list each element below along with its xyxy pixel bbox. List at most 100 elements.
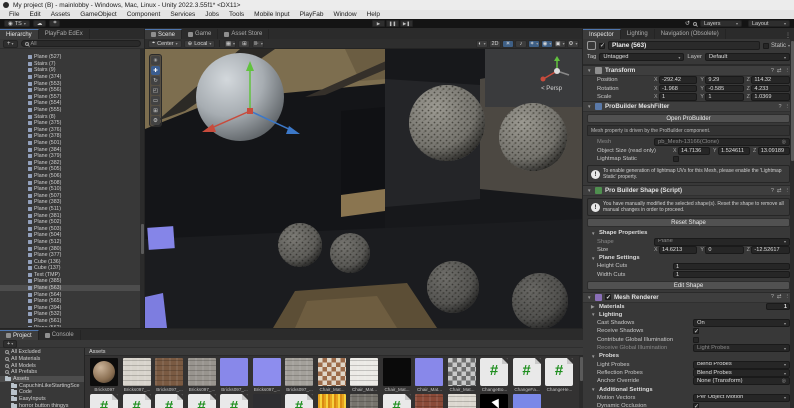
z-field[interactable]: 114.32	[751, 76, 790, 84]
asset-item[interactable]	[415, 394, 444, 408]
lightmap-static-checkbox[interactable]	[673, 156, 679, 163]
asset-item[interactable]: Bricks097_...	[187, 358, 217, 392]
hierarchy-item[interactable]: Plane (385)	[0, 278, 144, 285]
effects-dropdown[interactable]: ✶ ▾	[528, 39, 540, 48]
menu-item[interactable]: Assets	[46, 10, 76, 19]
x-field[interactable]: 14.7136	[678, 147, 710, 155]
hierarchy-item[interactable]: Stairs (7)	[0, 61, 144, 68]
asset-item[interactable]	[155, 394, 184, 408]
scene-tab[interactable]: Game	[182, 29, 219, 39]
hierarchy-item[interactable]: Plane (507)	[0, 192, 144, 199]
asset-item[interactable]	[252, 394, 282, 408]
camera-settings-dropdown[interactable]: ▣ ▾	[554, 39, 566, 48]
hierarchy-search-input[interactable]: All	[20, 40, 141, 47]
x-field[interactable]: 1	[659, 93, 698, 101]
account-button[interactable]: ◉ TS ▾	[4, 20, 30, 27]
hierarchy-tab[interactable]: PlayFab EdEx	[39, 29, 90, 39]
asset-item[interactable]	[90, 394, 119, 408]
additional-settings-foldout[interactable]: ▼ Additional Settings	[583, 386, 794, 394]
y-field[interactable]: 1	[705, 93, 744, 101]
hierarchy-item[interactable]: Plane (510)	[0, 186, 144, 193]
hierarchy-item[interactable]: Plane (557)	[0, 94, 144, 101]
asset-item[interactable]	[480, 394, 509, 408]
hierarchy-item[interactable]: Plane (379)	[0, 153, 144, 160]
scrollbar-thumb[interactable]	[579, 357, 583, 381]
hierarchy-item[interactable]: Plane (504)	[0, 232, 144, 239]
scene-viewport[interactable]: < Persp ✳ ✚ ↻ ◰ ▭ ⊞ ⚙	[145, 49, 582, 328]
gizmos-dropdown[interactable]: ⚙ ▾	[567, 39, 579, 48]
hierarchy-item[interactable]: Plane (511)	[0, 206, 144, 213]
hierarchy-item[interactable]: Cube (137)	[0, 265, 144, 272]
menu-item[interactable]: Jobs	[200, 10, 224, 19]
hierarchy-item[interactable]: Plane (527)	[0, 54, 144, 61]
object-name-field[interactable]: Plane (563)	[608, 41, 760, 50]
z-field[interactable]: 4.233	[751, 84, 790, 93]
materials-foldout[interactable]: ▶ Materials 1	[583, 303, 794, 311]
inspector-tab[interactable]: Navigation (Obsolete)	[655, 29, 726, 39]
help-icon[interactable]: ?	[778, 104, 781, 110]
asset-item[interactable]: ChangeHe...	[545, 358, 574, 392]
pause-button[interactable]: ❚❚	[386, 20, 399, 27]
height-cuts-field[interactable]: 1	[673, 262, 790, 271]
dynamic-occlusion-checkbox[interactable]	[693, 403, 699, 408]
asset-item[interactable]: Bricks097_...	[155, 358, 184, 392]
reset-shape-button[interactable]: Reset Shape	[587, 218, 790, 228]
asset-item[interactable]	[512, 394, 542, 408]
favorite-item[interactable]: All Excluded	[0, 349, 84, 356]
inspector-tab[interactable]: Lighting	[621, 29, 655, 39]
hierarchy-item[interactable]: Plane (553)	[0, 80, 144, 87]
y-field[interactable]: -0.585	[705, 84, 744, 93]
shape-properties-foldout[interactable]: ▼ Shape Properties	[583, 229, 794, 237]
snap-increment-button[interactable]: ⊞	[238, 39, 251, 48]
move-tool[interactable]: ✚	[151, 66, 160, 75]
rotate-tool[interactable]: ↻	[151, 76, 160, 85]
menu-item[interactable]: Tools	[224, 10, 249, 19]
shading-mode-dropdown[interactable]: ◐ ▾	[476, 39, 488, 48]
receive-gi-dropdown[interactable]: Light Probes ▾	[693, 344, 790, 353]
object-picker-icon[interactable]: ◎	[782, 139, 786, 145]
hierarchy-item[interactable]: Plane (506)	[0, 173, 144, 180]
hierarchy-item[interactable]: Plane (555)	[0, 107, 144, 114]
hierarchy-item[interactable]: Plane (377)	[0, 252, 144, 259]
hierarchy-item[interactable]: Text (TMP)	[0, 272, 144, 279]
more-menu-icon[interactable]: ⋮	[785, 32, 794, 39]
edit-shape-button[interactable]: Edit Shape	[587, 280, 790, 290]
hierarchy-item[interactable]: Plane (503)	[0, 225, 144, 232]
hierarchy-item[interactable]: Plane (376)	[0, 127, 144, 134]
create-asset-button[interactable]: + ▾	[3, 339, 18, 348]
z-field[interactable]: -12.52617	[751, 246, 790, 254]
search-icon[interactable]	[693, 21, 697, 26]
menu-item[interactable]: File	[4, 10, 24, 19]
hierarchy-item[interactable]: Plane (381)	[0, 212, 144, 219]
hierarchy-item[interactable]: Plane (512)	[0, 239, 144, 246]
anchor-override-field[interactable]: None (Transform) ◎	[693, 377, 790, 386]
favorite-item[interactable]: All Materials	[0, 356, 84, 363]
asset-item[interactable]	[187, 394, 217, 408]
asset-item[interactable]: Bricks097_...	[252, 358, 282, 392]
asset-item[interactable]: Chair_Mat...	[382, 358, 412, 392]
x-field[interactable]: -292.42	[659, 76, 698, 84]
transform-tool[interactable]: ⊞	[151, 106, 160, 115]
reflection-probes-dropdown[interactable]: Blend Probes ▾	[693, 369, 790, 378]
menu-item[interactable]: Mobile Input	[249, 10, 294, 19]
menu-item[interactable]: Services	[165, 10, 200, 19]
favorite-item[interactable]: All Models	[0, 362, 84, 369]
hierarchy-item[interactable]: Plane (508)	[0, 179, 144, 186]
scrollbar-thumb[interactable]	[140, 224, 144, 254]
hierarchy-tab[interactable]: Hierarchy	[0, 29, 39, 39]
static-checkbox[interactable]	[762, 42, 769, 49]
handle-space-dropdown[interactable]: ⊕ Local ▾	[183, 39, 216, 48]
asset-item[interactable]: ChangeFa...	[512, 358, 542, 392]
step-button[interactable]: ▶❚	[400, 20, 413, 27]
inspector-scrollbar[interactable]	[790, 39, 794, 408]
hierarchy-item[interactable]: Plane (383)	[0, 199, 144, 206]
hierarchy-item[interactable]: Plane (380)	[0, 245, 144, 252]
open-probuilder-button[interactable]: Open ProBuilder	[587, 114, 790, 124]
x-field[interactable]: 14.6213	[659, 246, 698, 254]
menu-item[interactable]: GameObject	[75, 10, 122, 19]
scene-tab[interactable]: Scene	[145, 29, 183, 39]
asset-item[interactable]	[285, 394, 314, 408]
scene-tab[interactable]: Asset Store	[218, 29, 270, 39]
asset-item[interactable]	[382, 394, 412, 408]
help-icon[interactable]: ?	[771, 294, 774, 300]
